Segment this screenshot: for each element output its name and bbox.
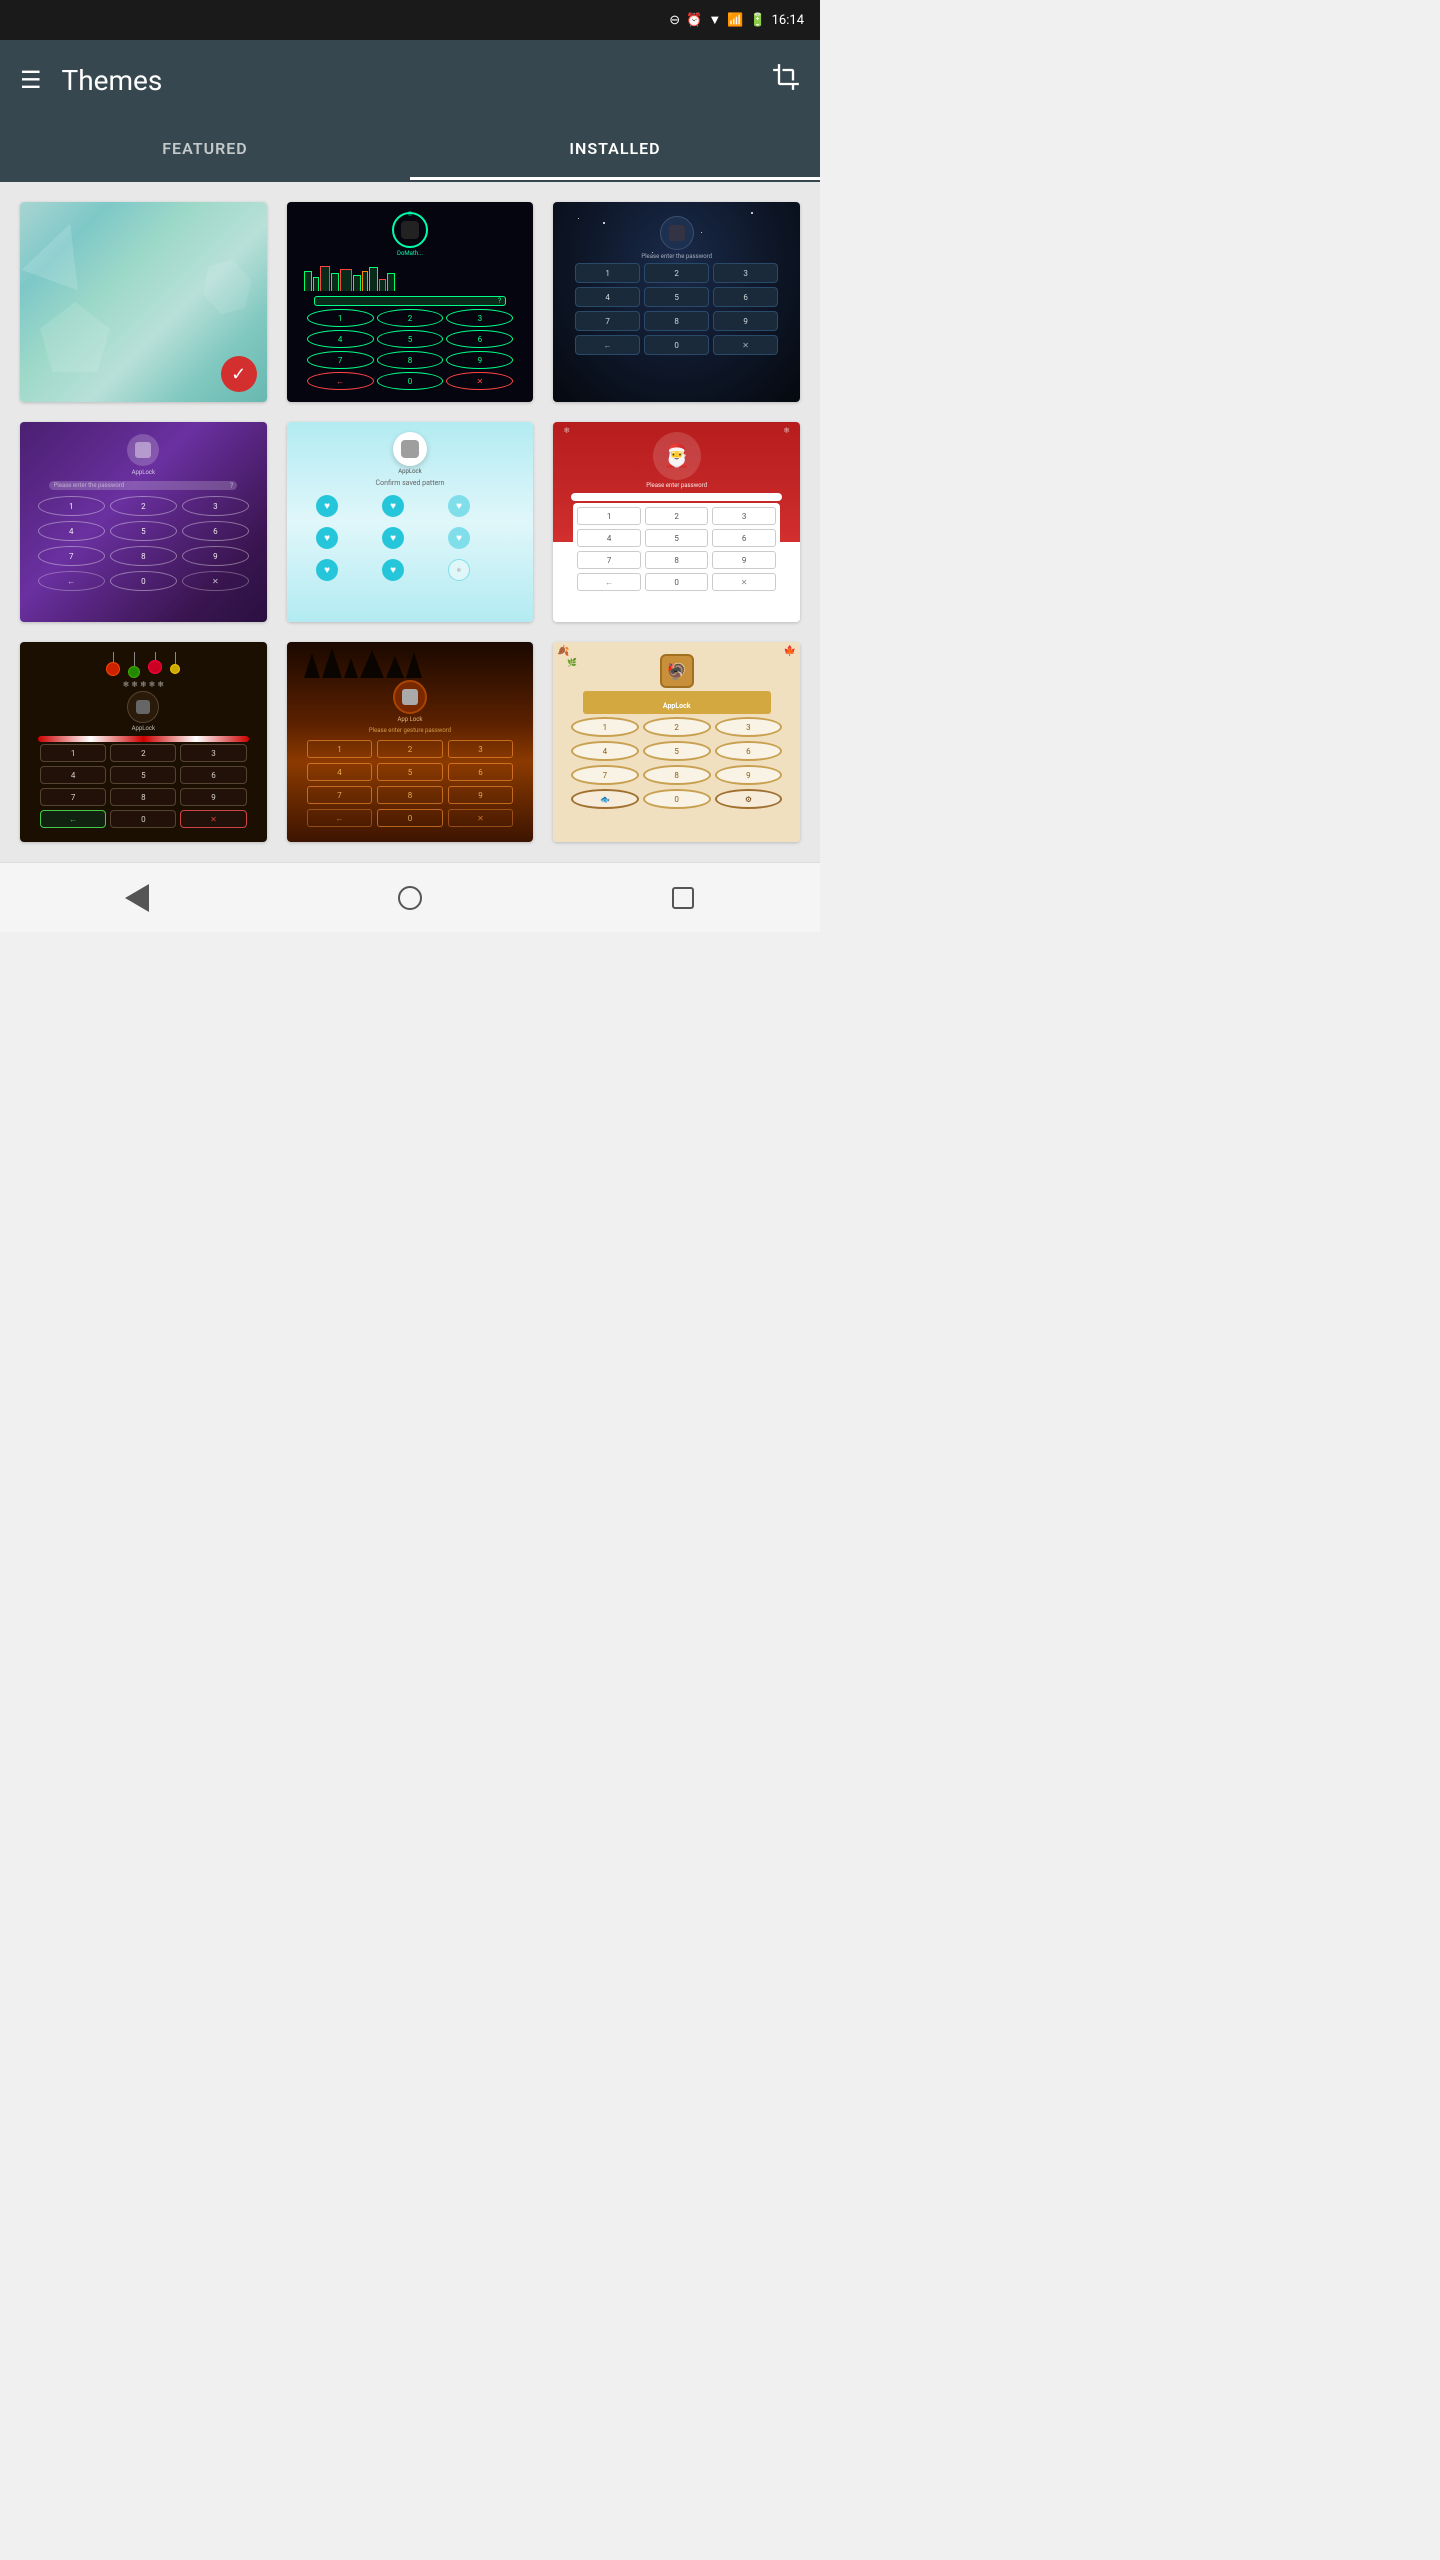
theme-preview-3: Please enter the password 1 2 3 4 5 6 7 … bbox=[553, 202, 800, 402]
theme-card-9[interactable]: 🍂 🍁 🌿 🦃 AppLock 1 2 3 4 5 6 7 8 9 bbox=[553, 642, 800, 842]
alarm-icon: ⏰ bbox=[686, 13, 702, 28]
theme-preview-9: 🍂 🍁 🌿 🦃 AppLock 1 2 3 4 5 6 7 8 9 bbox=[553, 642, 800, 842]
theme-preview-4: AppLock Please enter the password ? 1 2 … bbox=[20, 422, 267, 622]
status-bar: ⊖ ⏰ ▼ 📶 🔋 16:14 bbox=[0, 0, 820, 40]
theme-card-6[interactable]: ❄ ❄ 🎅 Please enter password 1 2 3 4 5 6 … bbox=[553, 422, 800, 622]
theme-preview-6: ❄ ❄ 🎅 Please enter password 1 2 3 4 5 6 … bbox=[553, 422, 800, 622]
back-icon bbox=[125, 884, 149, 912]
tab-bar: FEATURED INSTALLED bbox=[0, 120, 820, 182]
tab-installed[interactable]: INSTALLED bbox=[410, 120, 820, 180]
theme-card-1[interactable]: ✓ bbox=[20, 202, 267, 402]
bottom-nav bbox=[0, 862, 820, 932]
status-icons: ⊖ ⏰ ▼ 📶 🔋 16:14 bbox=[669, 12, 804, 28]
app-bar: ☰ Themes bbox=[0, 40, 820, 120]
theme-preview-2: ◎ DoMath... ? bbox=[287, 202, 534, 402]
theme-preview-7: ❄ ❄ ❄ ❄ ❄ AppLock 1 2 3 4 5 6 7 8 9 ← 0 bbox=[20, 642, 267, 842]
app-title: Themes bbox=[62, 64, 163, 97]
battery-icon: 🔋 bbox=[749, 13, 765, 28]
wifi-icon: ▼ bbox=[708, 12, 721, 28]
theme-preview-1: ✓ bbox=[20, 202, 267, 402]
signal-icon: 📶 bbox=[727, 13, 743, 28]
minus-icon: ⊖ bbox=[669, 13, 680, 28]
menu-button[interactable]: ☰ bbox=[20, 66, 42, 94]
action-button[interactable] bbox=[772, 63, 800, 97]
theme-preview-5: AppLock Confirm saved pattern ♥ ♥ ♥ ♥ ♥ … bbox=[287, 422, 534, 622]
recents-icon bbox=[672, 887, 694, 909]
selected-badge: ✓ bbox=[221, 356, 257, 392]
home-icon bbox=[398, 886, 422, 910]
recents-button[interactable] bbox=[658, 873, 708, 923]
theme-card-7[interactable]: ❄ ❄ ❄ ❄ ❄ AppLock 1 2 3 4 5 6 7 8 9 ← 0 bbox=[20, 642, 267, 842]
theme-preview-8: App Lock Please enter gesture password 1… bbox=[287, 642, 534, 842]
back-button[interactable] bbox=[112, 873, 162, 923]
time: 16:14 bbox=[772, 13, 804, 28]
tab-featured[interactable]: FEATURED bbox=[0, 120, 410, 180]
theme-card-3[interactable]: Please enter the password 1 2 3 4 5 6 7 … bbox=[553, 202, 800, 402]
theme-card-4[interactable]: AppLock Please enter the password ? 1 2 … bbox=[20, 422, 267, 622]
themes-grid: ✓ ◎ DoMath... bbox=[0, 182, 820, 862]
theme-card-5[interactable]: AppLock Confirm saved pattern ♥ ♥ ♥ ♥ ♥ … bbox=[287, 422, 534, 622]
theme-card-8[interactable]: App Lock Please enter gesture password 1… bbox=[287, 642, 534, 842]
home-button[interactable] bbox=[385, 873, 435, 923]
app-bar-left: ☰ Themes bbox=[20, 64, 162, 97]
theme-card-2[interactable]: ◎ DoMath... ? bbox=[287, 202, 534, 402]
